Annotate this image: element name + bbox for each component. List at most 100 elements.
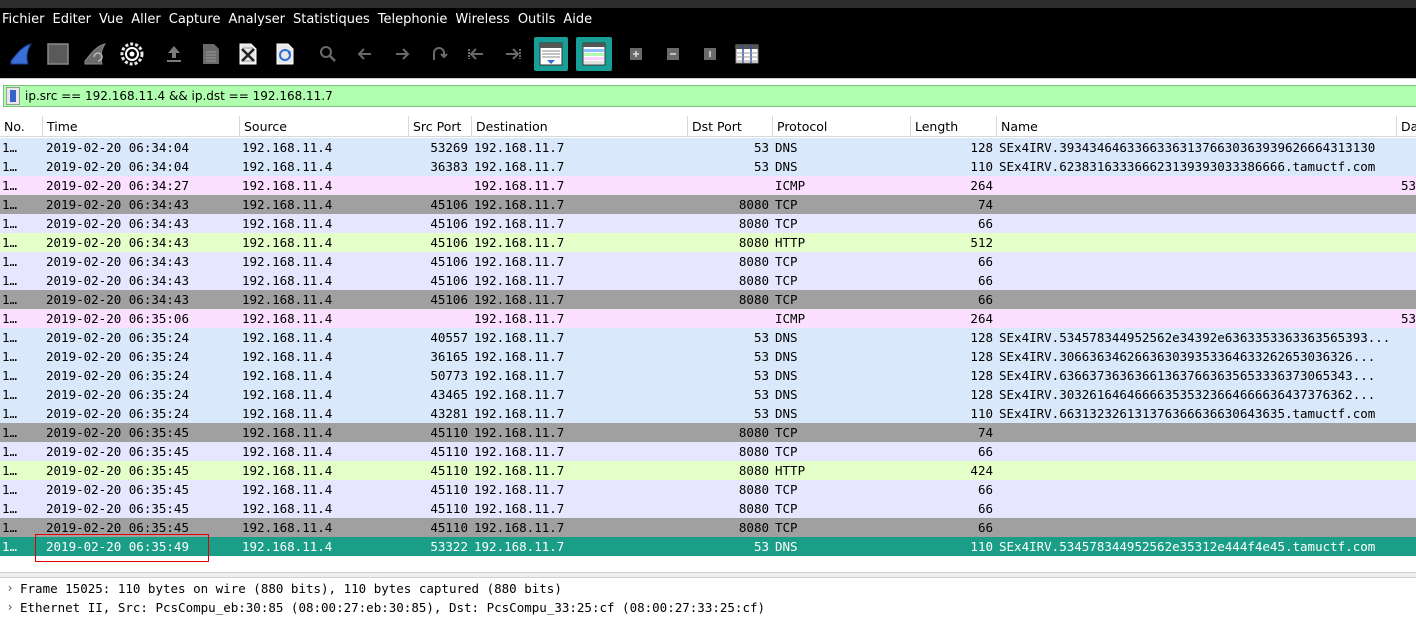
zoom-out-icon[interactable] (657, 38, 689, 70)
cell-name (999, 442, 1391, 461)
cell-time: 2019-02-20 06:35:24 (46, 330, 189, 345)
display-filter-input[interactable]: ip.src == 192.168.11.4 && ip.dst == 192.… (3, 85, 1416, 107)
cell-dst-port: 8080 (738, 425, 769, 440)
table-row[interactable]: 1… 2019-02-20 06:35:45 192.168.11.4 45110 19… (0, 423, 1416, 442)
table-row[interactable]: 1… 2019-02-20 06:35:24 192.168.11.4 50773 19… (0, 366, 1416, 385)
cell-da (1396, 442, 1416, 461)
table-row[interactable]: 1… 2019-02-20 06:35:45 192.168.11.4 45110 19… (0, 480, 1416, 499)
table-row[interactable]: 1… 2019-02-20 06:34:43 192.168.11.4 45106 19… (0, 195, 1416, 214)
expand-arrow-icon[interactable]: › (0, 598, 20, 617)
gear-options-icon[interactable] (116, 38, 148, 70)
close-file-icon[interactable] (232, 38, 264, 70)
cell-length: 74 (977, 425, 993, 440)
cell-dst-port: 8080 (738, 273, 769, 288)
table-row-selected[interactable]: 1… 2019-02-20 06:35:49 192.168.11.4 53322 19… (0, 537, 1416, 556)
cell-protocol: DNS (775, 368, 798, 383)
reload-file-icon[interactable] (269, 38, 301, 70)
cell-name: SEx4IRV.39343464633663363137663036393962… (999, 140, 1376, 155)
column-header-no[interactable]: No. (0, 116, 42, 137)
table-row[interactable]: 1… 2019-02-20 06:35:45 192.168.11.4 45110 19… (0, 442, 1416, 461)
cell-source: 192.168.11.4 (242, 463, 333, 478)
menu-analyser[interactable]: Analyser (228, 12, 289, 27)
menu-outils[interactable]: Outils (518, 12, 560, 27)
shark-fin-start-icon[interactable] (5, 38, 37, 70)
table-row[interactable]: 1… 2019-02-20 06:34:43 192.168.11.4 45106 19… (0, 233, 1416, 252)
go-last-icon[interactable] (497, 38, 529, 70)
table-row[interactable]: 1… 2019-02-20 06:35:45 192.168.11.4 45110 19… (0, 499, 1416, 518)
zoom-in-icon[interactable] (620, 38, 652, 70)
table-row[interactable]: 1… 2019-02-20 06:35:24 192.168.11.4 40557 19… (0, 328, 1416, 347)
table-row[interactable]: 1… 2019-02-20 06:34:43 192.168.11.4 45106 19… (0, 214, 1416, 233)
cell-src-port: 43281 (430, 406, 468, 421)
resize-columns-icon[interactable] (731, 38, 763, 70)
cell-destination: 192.168.11.7 (474, 330, 565, 345)
table-row[interactable]: 1… 2019-02-20 06:35:24 192.168.11.4 43281 19… (0, 404, 1416, 423)
column-header-protocol[interactable]: Protocol (772, 116, 910, 137)
column-header-length[interactable]: Length (910, 116, 996, 137)
menu-vue[interactable]: Vue (99, 12, 127, 27)
column-header-src-port[interactable]: Src Port (408, 116, 471, 137)
cell-destination: 192.168.11.7 (474, 197, 565, 212)
menu-telephonie[interactable]: Telephonie (378, 12, 452, 27)
packet-list: No. Time Source Src Port Destination Dst… (0, 116, 1416, 572)
cell-name (999, 176, 1391, 195)
pane-splitter[interactable] (0, 572, 1416, 578)
filter-bookmark-icon[interactable] (6, 87, 20, 105)
cell-source: 192.168.11.4 (242, 387, 333, 402)
column-header-name[interactable]: Name (996, 116, 1396, 137)
menu-fichier[interactable]: Fichier (2, 12, 49, 27)
cell-time: 2019-02-20 06:34:04 (46, 140, 189, 155)
menu-aller[interactable]: Aller (131, 12, 164, 27)
cell-length: 66 (977, 520, 993, 535)
open-file-icon[interactable] (158, 38, 190, 70)
cell-time: 2019-02-20 06:34:04 (46, 159, 189, 174)
detail-row-frame[interactable]: › Frame 15025: 110 bytes on wire (880 bi… (0, 579, 1416, 598)
table-row[interactable]: 1… 2019-02-20 06:35:24 192.168.11.4 36165 19… (0, 347, 1416, 366)
go-forward-icon[interactable] (386, 38, 418, 70)
stop-icon[interactable] (42, 38, 74, 70)
detail-row-ethernet[interactable]: › Ethernet II, Src: PcsCompu_eb:30:85 (0… (0, 598, 1416, 617)
table-row[interactable]: 1… 2019-02-20 06:34:27 192.168.11.4 192.168… (0, 176, 1416, 195)
table-row[interactable]: 1… 2019-02-20 06:35:06 192.168.11.4 192.168… (0, 309, 1416, 328)
save-file-icon[interactable] (195, 38, 227, 70)
column-header-destination[interactable]: Destination (471, 116, 687, 137)
table-row[interactable]: 1… 2019-02-20 06:34:43 192.168.11.4 45106 19… (0, 290, 1416, 309)
menu-wireless[interactable]: Wireless (455, 12, 513, 27)
table-row[interactable]: 1… 2019-02-20 06:34:43 192.168.11.4 45106 19… (0, 252, 1416, 271)
table-row[interactable]: 1… 2019-02-20 06:35:24 192.168.11.4 43465 19… (0, 385, 1416, 404)
table-row[interactable]: 1… 2019-02-20 06:35:45 192.168.11.4 45110 19… (0, 461, 1416, 480)
cell-name (999, 309, 1391, 328)
expand-arrow-icon[interactable]: › (0, 579, 20, 598)
menu-aide[interactable]: Aide (563, 12, 596, 27)
cell-length: 66 (977, 216, 993, 231)
table-row[interactable]: 1… 2019-02-20 06:34:04 192.168.11.4 36383 19… (0, 157, 1416, 176)
table-row[interactable]: 1… 2019-02-20 06:34:43 192.168.11.4 45106 19… (0, 271, 1416, 290)
cell-no: 1… (2, 330, 18, 345)
cell-protocol: HTTP (775, 463, 806, 478)
cell-protocol: DNS (775, 349, 798, 364)
menu-editer[interactable]: Editer (53, 12, 96, 27)
go-back-icon[interactable] (349, 38, 381, 70)
colorize-icon[interactable] (576, 37, 612, 71)
menu-capture[interactable]: Capture (169, 12, 225, 27)
go-first-icon[interactable] (460, 38, 492, 70)
go-to-packet-icon[interactable] (423, 38, 455, 70)
column-header-time[interactable]: Time (42, 116, 239, 137)
cell-no: 1… (2, 235, 18, 250)
autoscroll-icon[interactable] (534, 37, 568, 71)
cell-dst-port: 53 (753, 349, 769, 364)
column-header-source[interactable]: Source (239, 116, 408, 137)
restart-icon[interactable] (79, 38, 111, 70)
table-row[interactable]: 1… 2019-02-20 06:35:45 192.168.11.4 45110 19… (0, 518, 1416, 537)
cell-source: 192.168.11.4 (242, 216, 333, 231)
cell-length: 110 (970, 406, 993, 421)
filter-text: ip.src == 192.168.11.4 && ip.dst == 192.… (25, 89, 333, 103)
menu-statistiques[interactable]: Statistiques (293, 12, 374, 27)
cell-protocol: DNS (775, 539, 798, 554)
column-header-da[interactable]: Da (1396, 116, 1416, 137)
table-row[interactable]: 1… 2019-02-20 06:34:04 192.168.11.4 53269 19… (0, 138, 1416, 157)
column-header-dst-port[interactable]: Dst Port (687, 116, 772, 137)
search-icon[interactable] (312, 38, 344, 70)
normal-size-icon[interactable] (694, 38, 726, 70)
cell-name: SEx4IRV.663132326131376366636630643635.t… (999, 406, 1376, 421)
